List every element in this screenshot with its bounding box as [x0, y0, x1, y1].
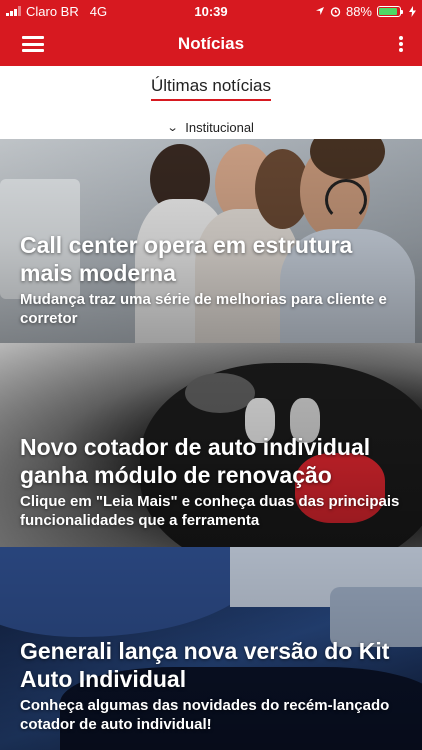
location-arrow-icon: [315, 7, 324, 15]
news-title: Novo cotador de auto individual ganha mó…: [20, 434, 371, 489]
page-title: Notícias: [177, 34, 245, 53]
chevron-down-icon: ⌄: [166, 121, 179, 134]
news-card[interactable]: Novo cotador de auto individual ganha mó…: [0, 343, 422, 547]
more-vertical-icon[interactable]: [396, 34, 406, 54]
alarm-icon: [330, 6, 341, 17]
news-card[interactable]: Call center opera em estrutura mais mode…: [0, 139, 422, 343]
news-subtitle: Conheça algumas das novidades do recém-l…: [20, 696, 390, 733]
news-title: Generali lança nova versão do Kit Auto I…: [20, 638, 390, 693]
signal-icon: [6, 6, 21, 16]
category-filter-label: Institucional: [185, 119, 254, 135]
network-label: 4G: [89, 3, 108, 19]
charging-icon: [409, 5, 416, 17]
tab-latest-news[interactable]: Últimas notícias: [151, 66, 271, 106]
carrier-label: Claro BR: [26, 3, 79, 19]
news-card[interactable]: Generali lança nova versão do Kit Auto I…: [0, 547, 422, 750]
tab-bar: Últimas notícias: [0, 66, 422, 106]
battery-icon: [377, 5, 403, 17]
battery-percent: 88%: [345, 3, 372, 19]
app-header: Notícias: [0, 22, 422, 66]
news-subtitle: Mudança traz uma série de melhorias para…: [20, 290, 387, 327]
category-filter[interactable]: ⌄ Institucional: [0, 116, 422, 138]
status-bar: Claro BR 4G 10:39 88%: [0, 0, 422, 22]
hamburger-menu-icon[interactable]: [22, 36, 44, 52]
news-subtitle: Clique em "Leia Mais" e conheça duas das…: [20, 492, 400, 529]
news-title: Call center opera em estrutura mais mode…: [20, 232, 353, 287]
